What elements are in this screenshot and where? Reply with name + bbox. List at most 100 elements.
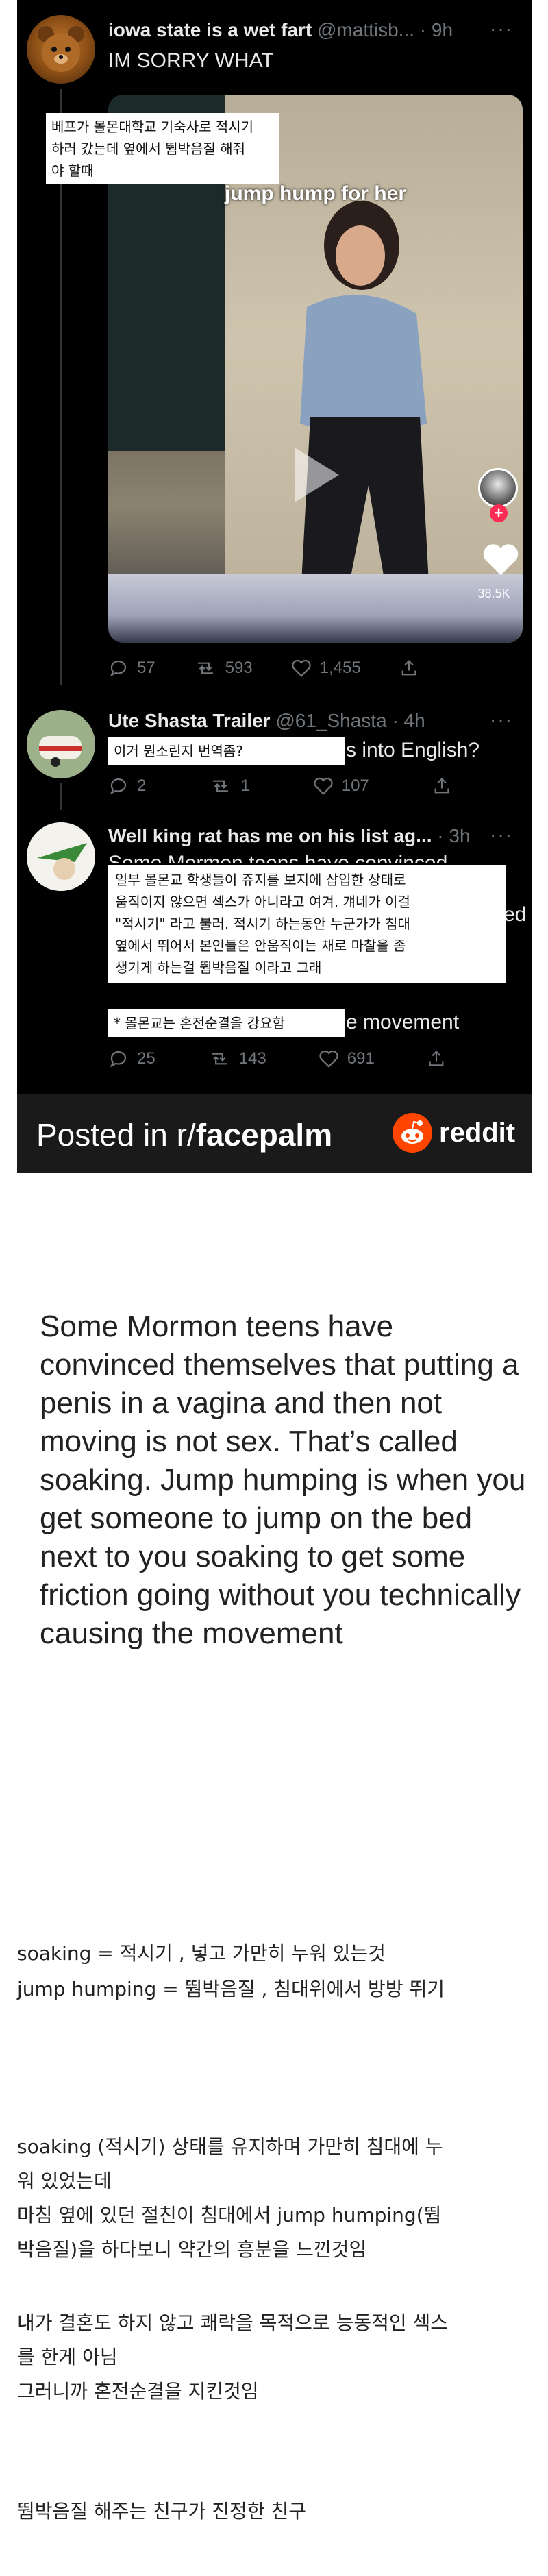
display-name[interactable]: iowa state is a wet fart bbox=[108, 19, 312, 40]
retweet-count: 1 bbox=[240, 776, 250, 795]
note-line: 야 할때 bbox=[51, 162, 94, 179]
user-avatar-hat[interactable] bbox=[27, 822, 95, 891]
like-count: 1,455 bbox=[319, 659, 361, 677]
tweet-text-top: Some Mormon teens have convinced bbox=[108, 852, 448, 863]
tweet-actions: 57 593 1,455 bbox=[108, 658, 419, 678]
paragraph-line: 워 있었는데 bbox=[17, 2170, 112, 2192]
note-line: 움직이지 않으면 섹스가 아니라고 여겨. 걔네가 이걸 bbox=[115, 894, 410, 910]
posted-in-prefix: Posted in r/ bbox=[36, 1117, 196, 1153]
share-icon bbox=[429, 1051, 444, 1066]
reply-button[interactable]: 25 bbox=[108, 1048, 155, 1069]
reddit-logo[interactable]: reddit bbox=[393, 1113, 515, 1153]
share-icon bbox=[401, 660, 416, 676]
creator-avatar[interactable] bbox=[478, 468, 518, 508]
share-button[interactable] bbox=[427, 1048, 446, 1069]
english-original-text: Some Mormon teens have convinced themsel… bbox=[40, 1310, 526, 1650]
note-line: 생기게 하는걸 뛈박음질 이라고 그래 bbox=[115, 959, 322, 976]
tweet-text-right: ed bbox=[503, 903, 527, 926]
paragraph-line: 를 한게 아님 bbox=[17, 2346, 118, 2368]
tweet-text-bottom: e movement bbox=[346, 1011, 460, 1033]
tweet-header: Well king rat has me on his list ag... ·… bbox=[108, 825, 471, 847]
share-button[interactable] bbox=[432, 776, 451, 796]
paragraph-line: 마침 옆에 있던 절친이 침대에서 jump humping(뛈 bbox=[17, 2204, 442, 2227]
reply-button[interactable]: 2 bbox=[108, 776, 146, 796]
more-options-icon[interactable]: ··· bbox=[490, 709, 513, 731]
trailer-icon bbox=[27, 710, 95, 778]
tweet-actions: 25 143 691 bbox=[108, 1048, 446, 1069]
timestamp[interactable]: · 9h bbox=[420, 19, 453, 40]
translation-note-1: 베프가 몰몬대학교 기숙사로 적시기 하러 갔는데 옆에서 뛈박음질 해줘 야 … bbox=[46, 113, 279, 184]
like-button[interactable]: 107 bbox=[313, 776, 369, 796]
note-line: 하러 갔는데 옆에서 뛈박음질 해줘 bbox=[51, 140, 246, 157]
tweet-header: iowa state is a wet fart @mattisb... · 9… bbox=[108, 19, 453, 41]
explanation-paragraph-2: 내가 결혼도 하지 않고 쾌락을 목적으로 능동적인 섹스 를 한게 아님 그러… bbox=[17, 2306, 538, 2409]
handle[interactable]: @61_Shasta bbox=[275, 710, 386, 731]
note-line: 일부 몰몬교 학생들이 쥬지를 보지에 삽입한 상태로 bbox=[115, 872, 406, 888]
translation-note-3: 일부 몰몬교 학생들이 쥬지를 보지에 삽입한 상태로 움직이지 않으면 섹스가… bbox=[108, 865, 506, 983]
paragraph-line: 박음질)을 하다보니 약간의 흥분을 느낀것임 bbox=[17, 2238, 367, 2261]
reddit-footer: Posted in r/facepalm reddit bbox=[17, 1094, 532, 1173]
gloss-line: jump humping = 뛈박음질 , 침대위에서 방방 뛰기 bbox=[17, 1978, 445, 2000]
explanation-paragraph-1: soaking (적시기) 상태를 유지하며 가만히 침대에 누 워 있었는데 … bbox=[17, 2130, 538, 2267]
note-line: 베프가 몰몬대학교 기숙사로 적시기 bbox=[51, 119, 254, 135]
share-icon bbox=[434, 778, 449, 794]
reddit-wordmark: reddit bbox=[439, 1117, 516, 1148]
like-button[interactable]: 1,455 bbox=[291, 659, 361, 678]
gloss-line: soaking = 적시기 , 넣고 가만히 누워 있는것 bbox=[17, 1942, 386, 1965]
heart-icon bbox=[314, 777, 333, 795]
user-avatar-bear[interactable] bbox=[27, 15, 95, 84]
tweet-header: Ute Shasta Trailer @61_Shasta · 4h bbox=[108, 710, 425, 732]
note-line: 옆에서 뛰어서 본인들은 안움직이는 채로 마찰을 좀 bbox=[115, 937, 406, 954]
retweet-count: 593 bbox=[225, 659, 253, 677]
tweet-text: IM SORRY WHAT bbox=[108, 49, 274, 72]
closing-line: 뛈박음질 해주는 친구가 진정한 친구 bbox=[17, 2500, 307, 2523]
retweet-icon bbox=[197, 662, 213, 674]
play-icon[interactable] bbox=[288, 444, 342, 506]
paragraph-line: 내가 결혼도 하지 않고 쾌락을 목적으로 능동적인 섹스 bbox=[17, 2311, 449, 2334]
bear-icon bbox=[38, 26, 84, 72]
video-caption: jump hump for her bbox=[225, 182, 406, 205]
reply-icon bbox=[110, 778, 127, 795]
share-button[interactable] bbox=[399, 658, 419, 678]
reply-count: 2 bbox=[137, 776, 147, 795]
retweet-icon bbox=[213, 780, 229, 792]
timestamp[interactable]: · 4h bbox=[392, 710, 425, 731]
more-options-icon[interactable]: ··· bbox=[490, 18, 513, 40]
reply-button[interactable]: 57 bbox=[108, 658, 155, 678]
thread-line bbox=[60, 783, 62, 810]
like-heart-icon[interactable] bbox=[482, 541, 520, 577]
subreddit-name: facepalm bbox=[195, 1117, 333, 1153]
heart-icon bbox=[319, 1050, 338, 1068]
note-line: "적시기" 라고 불러. 적시기 하는동안 누군가가 침대 bbox=[115, 916, 410, 932]
posted-in-label[interactable]: Posted in r/facepalm bbox=[36, 1116, 332, 1153]
handle[interactable]: @mattisb... bbox=[317, 19, 414, 40]
video-like-count: 38.5K bbox=[477, 587, 510, 600]
bed bbox=[108, 574, 523, 643]
translation-note-2: 이거 뭔소린지 번역좀? bbox=[108, 737, 345, 765]
display-name[interactable]: Well king rat has me on his list ag... bbox=[108, 825, 432, 846]
user-avatar-trailer[interactable] bbox=[27, 710, 95, 778]
display-name[interactable]: Ute Shasta Trailer bbox=[108, 710, 271, 731]
retweet-button[interactable]: 143 bbox=[208, 1048, 266, 1069]
reddit-snoo-icon bbox=[393, 1113, 432, 1153]
paragraph-line: soaking (적시기) 상태를 유지하며 가만히 침대에 누 bbox=[17, 2135, 443, 2158]
reply-icon bbox=[110, 660, 127, 677]
screenshot-card: iowa state is a wet fart @mattisb... · 9… bbox=[17, 0, 532, 1173]
like-button[interactable]: 691 bbox=[319, 1049, 375, 1068]
retweet-icon bbox=[211, 1053, 227, 1065]
gloss-block: soaking = 적시기 , 넣고 가만히 누워 있는것 jump humpi… bbox=[17, 1936, 538, 2007]
paragraph-line: 그러니까 혼전순결을 지킨것임 bbox=[17, 2380, 259, 2403]
reply-count: 25 bbox=[137, 1049, 155, 1068]
retweet-button[interactable]: 1 bbox=[209, 776, 250, 796]
retweet-button[interactable]: 593 bbox=[194, 658, 253, 678]
green-hat-icon bbox=[27, 822, 95, 891]
reply-icon bbox=[110, 1051, 127, 1068]
reply-count: 57 bbox=[137, 659, 155, 677]
more-options-icon[interactable]: ··· bbox=[490, 824, 513, 846]
follow-plus-icon[interactable]: + bbox=[490, 504, 508, 522]
tweet-text-tail: s into English? bbox=[346, 739, 480, 761]
person-figure bbox=[300, 201, 430, 609]
heart-icon bbox=[292, 659, 311, 677]
like-count: 107 bbox=[341, 776, 369, 795]
timestamp[interactable]: · 3h bbox=[437, 825, 470, 846]
